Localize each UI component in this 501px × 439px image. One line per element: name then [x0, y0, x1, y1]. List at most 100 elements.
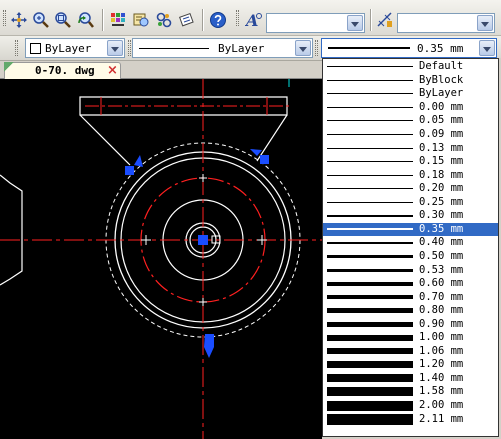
lineweight-option-label: 0.15 mm: [419, 155, 464, 168]
lineweight-option[interactable]: 0.70 mm: [323, 290, 498, 304]
lineweight-option[interactable]: 0.80 mm: [323, 304, 498, 318]
help-icon[interactable]: [209, 11, 227, 29]
chevron-down-icon[interactable]: [347, 15, 363, 31]
document-tab-label: 0-70. dwg: [35, 64, 95, 77]
lineweight-option-label: 1.06 mm: [419, 344, 464, 357]
lineweight-sample: [327, 188, 413, 190]
lineweight-sample: [327, 241, 413, 244]
center-grip[interactable]: [198, 235, 208, 245]
lineweight-sample: [327, 201, 413, 203]
text-style-icon[interactable]: A: [245, 11, 263, 29]
toolbar-separator: [102, 9, 104, 31]
cad-drawing: [0, 79, 322, 439]
lineweight-sample: [327, 79, 413, 81]
bracket-sides: [79, 114, 288, 166]
grip-square[interactable]: [125, 166, 134, 175]
color-value: ByLayer: [45, 42, 92, 55]
lineweight-option[interactable]: 0.60 mm: [323, 277, 498, 291]
lineweight-option[interactable]: 0.09 mm: [323, 128, 498, 142]
side-part-outline: [0, 174, 23, 286]
toolbar-grip[interactable]: [315, 40, 318, 56]
lineweight-option[interactable]: 0.15 mm: [323, 155, 498, 169]
chevron-down-icon[interactable]: [107, 40, 123, 56]
linetype-select[interactable]: ByLayer: [132, 38, 313, 58]
lineweight-option[interactable]: 0.35 mm: [323, 222, 498, 237]
lineweight-sample: [327, 281, 413, 286]
lineweight-option-label: 1.58 mm: [419, 385, 464, 398]
pan-realtime-icon[interactable]: [10, 11, 28, 29]
markup-icon[interactable]: [178, 11, 196, 29]
toolbar-separator: [370, 9, 372, 31]
toolbar-grip[interactable]: [128, 40, 131, 56]
toolbar-grip[interactable]: [15, 40, 18, 56]
lineweight-dropdown-list[interactable]: Default ByBlock ByLayer 0.00 mm 0.05 mm 0.09 …: [322, 58, 499, 437]
toolbar-grip[interactable]: [236, 10, 239, 26]
lineweight-sample: [327, 387, 413, 397]
lineweight-option-label: 1.40 mm: [419, 371, 464, 384]
lineweight-sample: [327, 413, 413, 425]
lineweight-option-label: 1.20 mm: [419, 358, 464, 371]
color-select[interactable]: ByLayer: [25, 38, 125, 58]
lineweight-option[interactable]: 1.40 mm: [323, 372, 498, 386]
lineweight-option-label: 0.60 mm: [419, 277, 464, 290]
zoom-window-icon[interactable]: [54, 11, 72, 29]
drawing-canvas[interactable]: [0, 79, 322, 439]
lineweight-option[interactable]: 0.18 mm: [323, 168, 498, 182]
lineweight-option[interactable]: 1.00 mm: [323, 331, 498, 345]
lineweight-sample: [327, 254, 413, 258]
lineweight-option[interactable]: 2.11 mm: [323, 412, 498, 426]
lineweight-option[interactable]: 0.53 mm: [323, 263, 498, 277]
lineweight-option-label: 0.18 mm: [419, 168, 464, 181]
lineweight-select[interactable]: 0.35 mm: [321, 38, 497, 58]
chevron-down-icon[interactable]: [479, 40, 495, 56]
dimension-style-icon[interactable]: [376, 11, 394, 29]
lineweight-option[interactable]: 1.58 mm: [323, 385, 498, 399]
lineweight-option[interactable]: 1.06 mm: [323, 345, 498, 359]
properties-icon[interactable]: [109, 11, 127, 29]
lineweight-sample: [327, 321, 413, 327]
close-icon[interactable]: ×: [107, 63, 118, 78]
lineweight-option[interactable]: 0.13 mm: [323, 141, 498, 155]
lineweight-option[interactable]: 0.50 mm: [323, 250, 498, 264]
lineweight-option-label: 0.25 mm: [419, 195, 464, 208]
zoom-realtime-icon[interactable]: [32, 11, 50, 29]
lineweight-option[interactable]: Default: [323, 60, 498, 74]
tab-corner-marker: [4, 62, 14, 72]
lineweight-option-label: 0.35 mm: [419, 222, 464, 235]
lineweight-option-label: 0.70 mm: [419, 290, 464, 303]
lineweight-option-label: 2.11 mm: [419, 412, 464, 425]
lineweight-option[interactable]: 1.20 mm: [323, 358, 498, 372]
lineweight-sample: [327, 361, 413, 369]
lineweight-option[interactable]: 0.05 mm: [323, 114, 498, 128]
lineweight-sample: [327, 400, 413, 411]
lineweight-option[interactable]: 0.25 mm: [323, 196, 498, 210]
lineweight-option[interactable]: 0.40 mm: [323, 236, 498, 250]
lineweight-option[interactable]: 0.30 mm: [323, 209, 498, 223]
grip-arrow[interactable]: [134, 155, 143, 167]
lineweight-option[interactable]: 0.00 mm: [323, 101, 498, 115]
text-style-select[interactable]: [266, 13, 365, 33]
lineweight-preview: [328, 47, 410, 49]
lineweight-sample: [327, 308, 413, 314]
color-swatch: [30, 43, 41, 54]
grip-arrow[interactable]: [250, 149, 262, 156]
lineweight-option[interactable]: 0.20 mm: [323, 182, 498, 196]
grip-square[interactable]: [260, 155, 269, 164]
lineweight-option-label: 0.53 mm: [419, 263, 464, 276]
lineweight-option-label: ByLayer: [419, 87, 464, 100]
grip-arrow-down[interactable]: [204, 334, 214, 358]
lineweight-option[interactable]: 0.90 mm: [323, 317, 498, 331]
document-tab[interactable]: 0-70. dwg ×: [4, 62, 121, 79]
chevron-down-icon[interactable]: [477, 15, 493, 31]
tool-palettes-icon[interactable]: [155, 11, 173, 29]
zoom-previous-icon[interactable]: [77, 11, 95, 29]
dimension-style-select[interactable]: [397, 13, 495, 33]
chevron-down-icon[interactable]: [295, 40, 311, 56]
lineweight-option[interactable]: ByBlock: [323, 74, 498, 88]
lineweight-option[interactable]: ByLayer: [323, 87, 498, 101]
lineweight-sample: [327, 147, 413, 149]
lineweight-option[interactable]: 2.00 mm: [323, 399, 498, 413]
design-center-icon[interactable]: [132, 11, 150, 29]
toolbar-grip[interactable]: [3, 10, 6, 26]
lineweight-sample: [327, 106, 413, 108]
